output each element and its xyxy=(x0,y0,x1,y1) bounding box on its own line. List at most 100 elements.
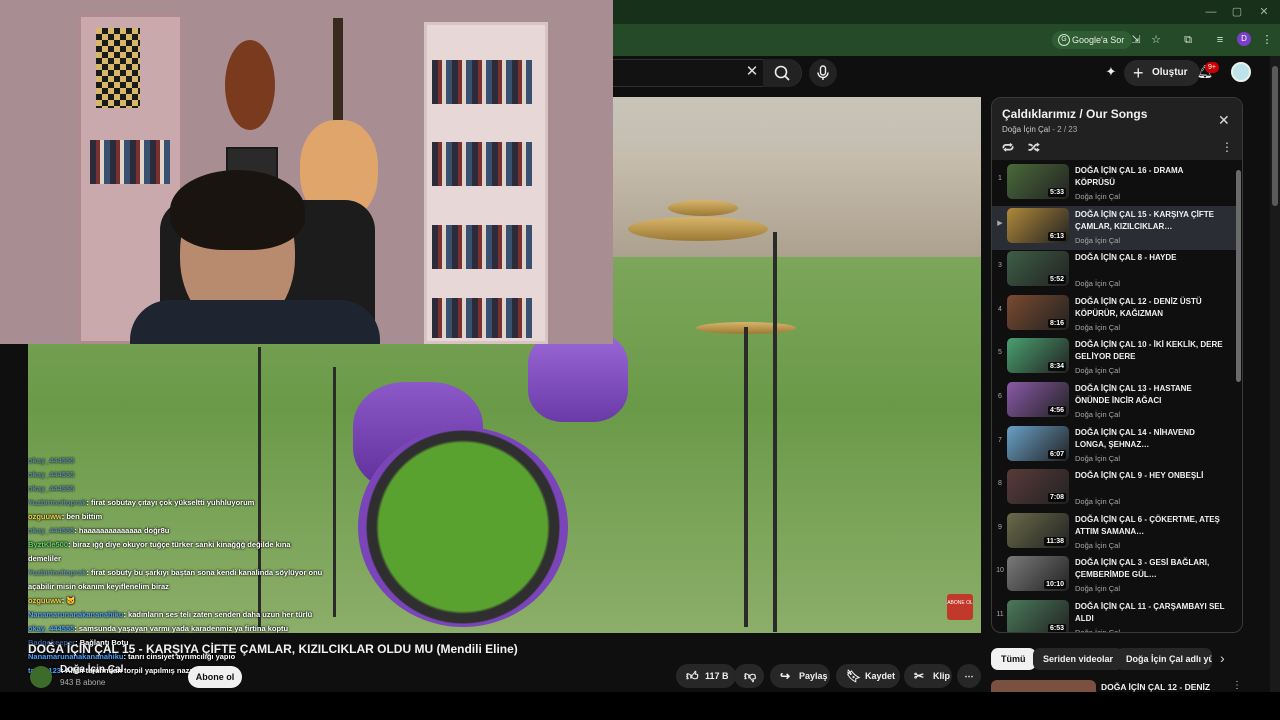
search-button[interactable] xyxy=(763,59,801,87)
playlist-item-title[interactable]: DOĞA İÇİN ÇAL 14 - NİHAVEND LONGA, ŞEHNA… xyxy=(1075,427,1225,451)
playlist-item-title[interactable]: DOĞA İÇİN ÇAL 12 - DENİZ ÜSTÜ KÖPÜRÜR, K… xyxy=(1075,296,1225,320)
subscribe-button[interactable]: Abone ol xyxy=(188,666,242,688)
playlist-item-thumbnail[interactable]: 7:08 xyxy=(1007,469,1069,505)
clip-button[interactable]: ✂ Klip xyxy=(904,664,952,688)
playlist-item[interactable]: 1 5:33 DOĞA İÇİN ÇAL 16 - DRAMA KÖPRÜSÜ Doğ… xyxy=(992,162,1236,206)
playlist-item-thumbnail[interactable]: 8:34 xyxy=(1007,338,1069,374)
minimize-icon[interactable]: — xyxy=(1201,4,1221,20)
chat-username[interactable]: ozguuww xyxy=(28,596,62,605)
share-button[interactable]: ↪ Paylaş xyxy=(770,664,830,688)
playlist-item-title[interactable]: DOĞA İÇİN ÇAL 8 - HAYDE xyxy=(1075,252,1225,264)
dislike-button[interactable]: 👎︎ xyxy=(734,664,764,688)
chat-username[interactable]: okay_444555 xyxy=(28,456,74,465)
playlist-title[interactable]: Çaldıklarımız / Our Songs xyxy=(1002,107,1147,121)
playlist-item[interactable]: 5 8:34 DOĞA İÇİN ÇAL 10 - İKİ KEKLİK, DERE… xyxy=(992,336,1236,380)
playlist-item-index: 6 xyxy=(998,393,1002,400)
like-button[interactable]: 👍︎ 117 B xyxy=(676,664,736,688)
playlist-scrollbar[interactable] xyxy=(1236,170,1241,382)
video-duration: 5:52 xyxy=(1047,275,1066,285)
next-video-thumbnail[interactable] xyxy=(991,680,1096,692)
saz-instrument xyxy=(225,40,275,130)
playlist-item[interactable]: 9 11:38 DOĞA İÇİN ÇAL 6 - ÇÖKERTME, ATEŞ A… xyxy=(992,511,1236,555)
save-label: Kaydet xyxy=(865,671,896,681)
chat-username[interactable]: Nanamarunanakananahiku xyxy=(28,610,123,619)
playlist-item-title[interactable]: DOĞA İÇİN ÇAL 13 - HASTANE ÖNÜNDE İNCİR … xyxy=(1075,383,1225,407)
close-window-icon[interactable]: ✕ xyxy=(1254,4,1274,20)
chat-username[interactable]: ByztKle500 xyxy=(28,540,68,549)
playlist-item-thumbnail[interactable]: 4:56 xyxy=(1007,382,1069,417)
cymbal xyxy=(668,200,738,216)
media-icon[interactable]: ≡ xyxy=(1211,31,1229,49)
filter-chip[interactable]: Doğa İçin Çal adlı yük xyxy=(1116,648,1212,670)
next-video-menu-icon[interactable]: ⋮ xyxy=(1232,680,1242,691)
ai-sparkle-icon[interactable]: ✦ xyxy=(1102,63,1120,81)
page-scrollbar[interactable] xyxy=(1270,56,1280,692)
playlist-item-channel: Doğa İçin Çal xyxy=(1075,628,1121,633)
playlist-item[interactable]: ▶ 6:13 DOĞA İÇİN ÇAL 15 - KARŞIYA ÇİFTE ÇA… xyxy=(992,205,1236,250)
subscribe-watermark[interactable]: ABONE OL xyxy=(947,594,973,620)
playlist-channel[interactable]: Doğa İçin Çal xyxy=(1002,125,1050,134)
playlist-item-title[interactable]: DOĞA İÇİN ÇAL 3 - GESİ BAĞLARI, ÇEMBERİM… xyxy=(1075,557,1225,581)
playlist-item-thumbnail[interactable]: 8:16 xyxy=(1007,294,1069,330)
playlist-item-thumbnail[interactable]: 10:10 xyxy=(1007,556,1069,592)
playlist-item-thumbnail[interactable]: 6:13 xyxy=(1007,207,1069,243)
book-row xyxy=(90,140,170,184)
playlist-item-title[interactable]: DOĞA İÇİN ÇAL 6 - ÇÖKERTME, ATEŞ ATTIM S… xyxy=(1075,514,1225,538)
video-stone-wall xyxy=(608,152,981,272)
chat-username[interactable]: okay_444555 xyxy=(28,470,74,479)
more-actions-button[interactable]: ⋯ xyxy=(957,664,981,688)
create-button[interactable]: + Oluştur xyxy=(1124,60,1200,86)
webcam-overlay xyxy=(0,0,613,344)
channel-avatar[interactable] xyxy=(30,666,52,688)
filter-chip[interactable]: Seriden videolar xyxy=(1033,648,1124,670)
playlist-item[interactable]: 4 8:16 DOĞA İÇİN ÇAL 12 - DENİZ ÜSTÜ KÖPÜR… xyxy=(992,293,1236,337)
shuffle-icon[interactable]: 🔀︎ xyxy=(1028,140,1040,157)
google-sor-button[interactable]: G Google'a Sor xyxy=(1052,31,1133,49)
close-icon[interactable]: ✕ xyxy=(1218,112,1230,129)
playlist-item[interactable]: 11 6:53 DOĞA İÇİN ÇAL 11 - ÇARŞAMBAYI SEL … xyxy=(992,598,1236,633)
playlist-item[interactable]: 7 6:07 DOĞA İÇİN ÇAL 14 - NİHAVEND LONGA, … xyxy=(992,424,1236,468)
chat-username[interactable]: okay_444555 xyxy=(28,624,74,633)
playlist-menu-icon[interactable]: ⋮ xyxy=(1221,140,1233,154)
extensions-icon[interactable]: ⧉ xyxy=(1179,31,1197,49)
playlist-item-title[interactable]: DOĞA İÇİN ÇAL 16 - DRAMA KÖPRÜSÜ xyxy=(1075,165,1225,189)
playlist-item-thumbnail[interactable]: 5:33 xyxy=(1007,164,1069,199)
chevron-right-icon[interactable]: › xyxy=(1220,650,1225,666)
playlist-item-thumbnail[interactable]: 6:53 xyxy=(1007,600,1069,632)
video-duration: 5:33 xyxy=(1047,188,1066,197)
install-app-icon[interactable]: ⇲ xyxy=(1127,31,1145,49)
browser-menu-icon[interactable]: ⋮ xyxy=(1258,31,1276,49)
page-scrollbar-thumb[interactable] xyxy=(1272,66,1278,206)
maximize-icon[interactable]: ▢ xyxy=(1227,4,1247,20)
account-avatar[interactable] xyxy=(1231,62,1251,82)
channel-name[interactable]: Doğa İçin Çal xyxy=(60,664,123,675)
playlist-item-thumbnail[interactable]: 5:52 xyxy=(1007,251,1069,287)
playlist-item-title[interactable]: DOĞA İÇİN ÇAL 11 - ÇARŞAMBAYI SEL ALDI xyxy=(1075,601,1225,625)
voice-search-button[interactable] xyxy=(809,59,837,87)
playlist-item-title[interactable]: DOĞA İÇİN ÇAL 9 - HEY ONBEŞLİ xyxy=(1075,470,1225,482)
chat-username[interactable]: Yuzbirincitoprak xyxy=(28,498,86,507)
chat-username[interactable]: okay_444555 xyxy=(28,526,74,535)
next-video-title[interactable]: DOĞA İÇİN ÇAL 12 - DENİZ xyxy=(1101,682,1210,692)
chat-username[interactable]: ozguuww xyxy=(28,512,62,521)
playlist-item[interactable]: 6 4:56 DOĞA İÇİN ÇAL 13 - HASTANE ÖNÜNDE İ… xyxy=(992,380,1236,424)
playlist-item-thumbnail[interactable]: 11:38 xyxy=(1007,512,1069,548)
playlist-item[interactable]: 3 5:52 DOĞA İÇİN ÇAL 8 - HAYDE Doğa İçin Ça… xyxy=(992,249,1236,293)
playlist-item[interactable]: 10 10:10 DOĞA İÇİN ÇAL 3 - GESİ BAĞLARI, Ç… xyxy=(992,554,1236,598)
search-icon xyxy=(774,65,790,81)
browser-profile-avatar[interactable]: D xyxy=(1237,32,1251,46)
chat-username[interactable]: okay_444555 xyxy=(28,484,74,493)
bass-drum xyxy=(358,427,568,627)
bottom-bar xyxy=(0,692,1280,720)
bookmark-star-icon[interactable]: ☆ xyxy=(1147,31,1165,49)
playlist-item-thumbnail[interactable]: 6:07 xyxy=(1007,425,1069,461)
chat-username[interactable]: Yuzbirincitoprak xyxy=(28,568,86,577)
save-button[interactable]: 🔖︎ Kaydet xyxy=(836,664,900,688)
loop-icon[interactable]: 🔁︎ xyxy=(1002,140,1014,157)
clear-search-icon[interactable]: ✕ xyxy=(742,62,762,82)
filter-chip[interactable]: Tümü xyxy=(991,648,1036,670)
playlist-item-title[interactable]: DOĞA İÇİN ÇAL 10 - İKİ KEKLİK, DERE GELİ… xyxy=(1075,339,1225,363)
playlist-item-index: 1 xyxy=(998,175,1002,182)
playlist-item-title[interactable]: DOĞA İÇİN ÇAL 15 - KARŞIYA ÇİFTE ÇAMLAR,… xyxy=(1075,209,1225,233)
playlist-item[interactable]: 8 7:08 DOĞA İÇİN ÇAL 9 - HEY ONBEŞLİ Doğa İ… xyxy=(992,467,1236,511)
